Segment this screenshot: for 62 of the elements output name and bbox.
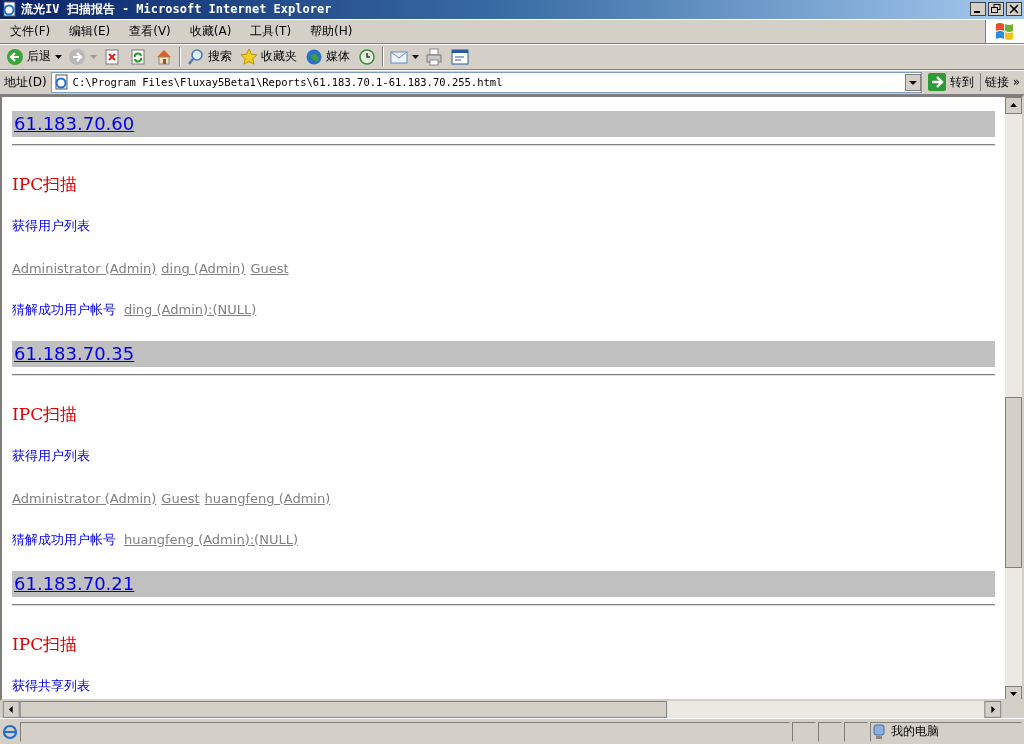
dropdown-button[interactable]	[904, 73, 921, 91]
links-label[interactable]: 链接	[984, 73, 1009, 91]
right-arrow-icon	[927, 73, 946, 92]
ip-link[interactable]: 61.183.70.60	[14, 113, 135, 135]
user-link[interactable]: Administrator (Admin)	[12, 488, 157, 509]
user-link[interactable]: Guest	[161, 488, 200, 509]
user-link[interactable]: Administrator (Admin)	[12, 258, 157, 279]
status-panel	[844, 721, 868, 742]
back-button[interactable]: 后退	[4, 45, 53, 68]
result-label: 获得共享列表	[12, 676, 91, 695]
house-icon	[155, 47, 173, 66]
user-link[interactable]: huangfeng (Admin)	[204, 488, 331, 509]
menu-item[interactable]: 收藏(A)	[189, 22, 232, 40]
minimize-button[interactable]	[970, 2, 986, 17]
computer-icon	[871, 723, 887, 740]
printer-icon	[425, 47, 443, 66]
menu-item[interactable]: 文件(F)	[10, 22, 51, 40]
result-label: 获得用户列表	[12, 446, 91, 465]
address-field[interactable]: C:\Program Files\Fluxay5Beta1\Reports\61.183.70.1-61.183.70.255.html	[50, 71, 922, 93]
horizontal-scrollbar[interactable]	[0, 701, 1004, 719]
section-heading: IPC扫描	[12, 403, 79, 424]
go-button[interactable]: 转到	[925, 73, 981, 92]
magnifier-icon	[187, 47, 205, 66]
result-label: 猜解成功用户帐号	[12, 300, 116, 319]
status-panel	[792, 721, 816, 742]
menu-item[interactable]: 编辑(E)	[69, 22, 111, 40]
user-link[interactable]: Guest	[250, 258, 289, 279]
more-chevron[interactable]: »	[1012, 75, 1024, 90]
ip-link[interactable]: 61.183.70.35	[14, 343, 135, 365]
restore-button[interactable]	[988, 2, 1004, 17]
page-icon	[53, 74, 70, 91]
menu-item[interactable]: 工具(T)	[250, 22, 292, 40]
section-heading: IPC扫描	[12, 173, 79, 194]
page-icon	[2, 723, 18, 740]
star-icon	[240, 47, 258, 66]
account-link[interactable]: ding (Admin):(NULL)	[124, 299, 257, 320]
ip-link[interactable]: 61.183.70.21	[14, 573, 135, 595]
refresh-icon	[129, 47, 147, 66]
section-heading: IPC扫描	[12, 633, 79, 654]
dropdown-caret-icon[interactable]	[412, 54, 419, 59]
stop-icon	[103, 47, 121, 66]
address-text: C:\Program Files\Fluxay5Beta1\Reports\61.183.70.1-61.183.70.255.html	[72, 76, 504, 89]
windows-logo-icon	[994, 21, 1016, 42]
media-button[interactable]: 媒体	[303, 45, 352, 68]
window-title: 流光IV 扫描报告 - Microsoft Internet Explorer	[21, 0, 332, 18]
page-icon	[2, 1, 18, 18]
account-link[interactable]: huangfeng (Admin):(NULL)	[124, 529, 298, 550]
dropdown-caret-icon[interactable]	[55, 54, 62, 59]
menu-item[interactable]: 查看(V)	[129, 22, 171, 40]
close-button[interactable]	[1006, 2, 1022, 17]
vertical-scrollbar[interactable]	[1005, 96, 1022, 700]
address-label: 地址(D)	[4, 73, 47, 91]
result-label: 获得用户列表	[12, 216, 91, 235]
favorites-button[interactable]: 收藏夹	[238, 45, 299, 68]
menu-item[interactable]: 帮助(H)	[310, 22, 353, 40]
status-panel	[818, 721, 842, 742]
user-link[interactable]: ding (Admin)	[161, 258, 246, 279]
document-edit-icon	[451, 47, 469, 66]
zone-text: 我的电脑	[891, 723, 939, 741]
result-label: 猜解成功用户帐号	[12, 530, 116, 549]
search-button[interactable]: 搜索	[185, 45, 234, 68]
globe-icon	[305, 47, 323, 66]
